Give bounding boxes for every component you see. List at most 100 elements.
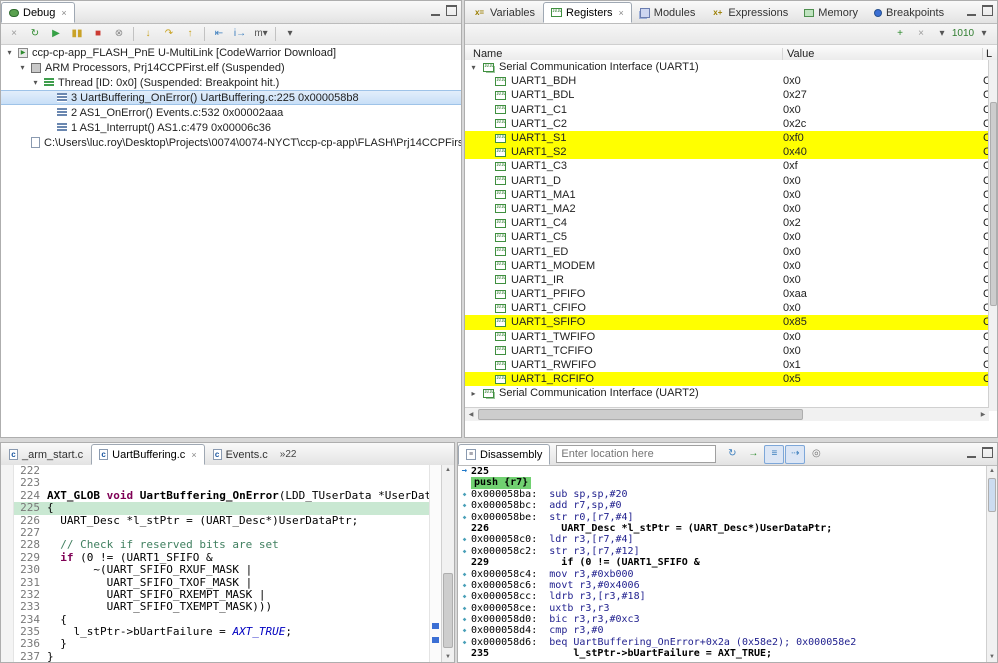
- tab-variables[interactable]: x=Variables: [465, 2, 543, 23]
- track-expression-toggle[interactable]: ⇢: [785, 445, 805, 464]
- annotation-margin[interactable]: [1, 651, 14, 662]
- register-row[interactable]: 10101010UART1_CFIFO0x0C: [465, 301, 997, 315]
- debug-tree-row[interactable]: ▾Thread [ID: 0x0] (Suspended: Breakpoint…: [1, 75, 461, 90]
- register-row[interactable]: 10101010UART1_C40x2C: [465, 216, 997, 230]
- register-row[interactable]: 10101010UART1_TCFIFO0x0C: [465, 344, 997, 358]
- code-line[interactable]: 226 UART_Desc *l_stPtr = (UART_Desc*)Use…: [1, 515, 454, 527]
- register-row[interactable]: 10101010UART1_MA20x0C: [465, 202, 997, 216]
- scrollbar-thumb[interactable]: [478, 409, 803, 420]
- expander-icon[interactable]: ▾: [469, 63, 478, 72]
- registers-hscrollbar[interactable]: ◀ ▶: [465, 407, 989, 421]
- expander-icon[interactable]: ▾: [5, 48, 14, 57]
- suspend-button[interactable]: ▮▮: [67, 25, 87, 44]
- debug-tree-row[interactable]: 1 AS1_Interrupt() AS1.c:479 0x00006c36: [1, 120, 461, 135]
- scrollbar-thumb[interactable]: [443, 573, 453, 648]
- register-row[interactable]: 10101010UART1_C10x0C: [465, 103, 997, 117]
- pin-view-button[interactable]: ◎: [806, 445, 826, 464]
- annotation-margin[interactable]: [1, 502, 14, 514]
- code-line[interactable]: 224AXT_GLOB void UartBuffering_OnError(L…: [1, 490, 454, 502]
- register-row[interactable]: 10101010UART1_TWFIFO0x0C: [465, 330, 997, 344]
- refresh-button[interactable]: ↻: [722, 445, 742, 464]
- editor-tab-uartbuffering-c[interactable]: cUartBuffering.c×: [91, 444, 204, 465]
- minimize-icon[interactable]: [967, 448, 976, 458]
- remove-all-terminated-button[interactable]: ×: [4, 25, 24, 44]
- register-row[interactable]: 10101010UART1_RWFIFO0x1C: [465, 358, 997, 372]
- code-line[interactable]: 233 UART_SFIFO_TXEMPT_MASK))): [1, 601, 454, 613]
- register-row[interactable]: 10101010UART1_BDH0x0C: [465, 74, 997, 88]
- debug-tree-row[interactable]: 2 AS1_OnError() Events.c:532 0x00002aaa: [1, 105, 461, 120]
- annotation-margin[interactable]: [1, 564, 14, 576]
- instruction-row[interactable]: ◆0x000058c4: mov r3,#0xb000: [458, 569, 997, 580]
- register-row[interactable]: 10101010UART1_C50x0C: [465, 230, 997, 244]
- tab-expressions[interactable]: x+Expressions: [703, 2, 796, 23]
- location-input[interactable]: [556, 445, 716, 463]
- tab-breakpoints[interactable]: Breakpoints: [866, 2, 952, 23]
- scrollbar-thumb[interactable]: [988, 478, 996, 512]
- expander-icon[interactable]: ▾: [18, 63, 27, 72]
- minimize-icon[interactable]: [431, 6, 440, 16]
- annotation-margin[interactable]: [1, 589, 14, 601]
- go-to-pc-button[interactable]: →: [743, 445, 763, 464]
- instruction-row[interactable]: ◆0x000058c0: ldr r3,[r7,#4]: [458, 534, 997, 545]
- instruction-row[interactable]: ◆0x000058cc: ldrb r3,[r3,#18]: [458, 591, 997, 602]
- editor-tab-overflow[interactable]: »22: [276, 449, 301, 460]
- editor-vscrollbar[interactable]: ▲ ▼: [441, 465, 454, 662]
- editor-content[interactable]: 222223224AXT_GLOB void UartBuffering_OnE…: [1, 465, 454, 662]
- current-instruction-row[interactable]: push {r7}: [458, 477, 997, 488]
- register-group-row[interactable]: ▸10101010Serial Communication Interface …: [465, 386, 997, 400]
- number-format-button[interactable]: 1010: [953, 25, 973, 44]
- instruction-stepping-button[interactable]: i→: [230, 25, 250, 44]
- registers-vscrollbar[interactable]: [988, 60, 997, 411]
- expander-icon[interactable]: ▾: [31, 78, 40, 87]
- close-icon[interactable]: ×: [191, 450, 196, 460]
- debug-tree-row[interactable]: 3 UartBuffering_OnError() UartBuffering.…: [1, 90, 461, 105]
- restart-button[interactable]: ↻: [25, 25, 45, 44]
- register-row[interactable]: 10101010UART1_D0x0C: [465, 174, 997, 188]
- code-line[interactable]: 236 }: [1, 638, 454, 650]
- annotation-margin[interactable]: [1, 465, 14, 477]
- annotation-margin[interactable]: [1, 638, 14, 650]
- tab-disassembly[interactable]: ≡ Disassembly: [458, 444, 550, 465]
- code-line[interactable]: 222: [1, 465, 454, 477]
- register-row[interactable]: 10101010UART1_IR0x0C: [465, 273, 997, 287]
- register-row[interactable]: 10101010UART1_C20x2cC: [465, 117, 997, 131]
- column-name[interactable]: Name: [465, 48, 783, 60]
- code-line[interactable]: 237}: [1, 651, 454, 662]
- instruction-row[interactable]: ◆0x000058c2: str r3,[r7,#12]: [458, 546, 997, 557]
- instruction-row[interactable]: ◆0x000058ce: uxtb r3,r3: [458, 603, 997, 614]
- register-row[interactable]: 10101010UART1_MODEM0x0C: [465, 259, 997, 273]
- disassembly-content[interactable]: →225 push {r7}◆0x000058ba: sub sp,sp,#20…: [458, 466, 997, 662]
- add-register-group-button[interactable]: +: [890, 25, 910, 44]
- instruction-row[interactable]: ◆0x000058be: str r0,[r7,#4]: [458, 512, 997, 523]
- column-value[interactable]: Value: [783, 48, 983, 60]
- annotation-margin[interactable]: [1, 527, 14, 539]
- expander-icon[interactable]: ▸: [469, 389, 478, 398]
- step-return-button[interactable]: ↑: [180, 25, 200, 44]
- annotation-margin[interactable]: [1, 515, 14, 527]
- annotation-margin[interactable]: [1, 490, 14, 502]
- register-row[interactable]: 10101010UART1_RCFIFO0x5C: [465, 372, 997, 386]
- editor-tab-events-c[interactable]: cEvents.c: [205, 444, 276, 465]
- debug-tree-row[interactable]: ▾ARM Processors, Prj14CCPFirst.elf (Susp…: [1, 60, 461, 75]
- register-row[interactable]: 10101010UART1_S10xf0C: [465, 131, 997, 145]
- instruction-row[interactable]: ◆0x000058ba: sub sp,sp,#20: [458, 489, 997, 500]
- maximize-icon[interactable]: [982, 5, 993, 16]
- instruction-row[interactable]: ◆0x000058c6: movt r3,#0x4006: [458, 580, 997, 591]
- drop-to-frame-button[interactable]: ⇤: [209, 25, 229, 44]
- register-row[interactable]: 10101010UART1_BDL0x27C: [465, 88, 997, 102]
- disassembly-vscrollbar[interactable]: ▲ ▼: [986, 466, 997, 662]
- annotation-margin[interactable]: [1, 539, 14, 551]
- editor-tab-_arm_start-c[interactable]: c_arm_start.c: [1, 444, 91, 465]
- overview-annotation[interactable]: [432, 637, 439, 643]
- debug-tree-row[interactable]: ▾▶ccp-cp-app_FLASH_PnE U-MultiLink [Code…: [1, 45, 461, 60]
- tab-registers[interactable]: 10101010Registers×: [543, 2, 632, 23]
- annotation-margin[interactable]: [1, 626, 14, 638]
- register-row[interactable]: 10101010UART1_PFIFO0xaaC: [465, 287, 997, 301]
- minimize-icon[interactable]: [967, 6, 976, 16]
- register-group-row[interactable]: ▾10101010Serial Communication Interface …: [465, 60, 997, 74]
- instruction-row[interactable]: ◆0x000058d6: beq UartBuffering_OnError+0…: [458, 637, 997, 648]
- tab-modules[interactable]: Modules: [632, 2, 704, 23]
- mode-menu-button[interactable]: m▾: [251, 25, 271, 44]
- resume-button[interactable]: ▶: [46, 25, 66, 44]
- step-into-button[interactable]: ↓: [138, 25, 158, 44]
